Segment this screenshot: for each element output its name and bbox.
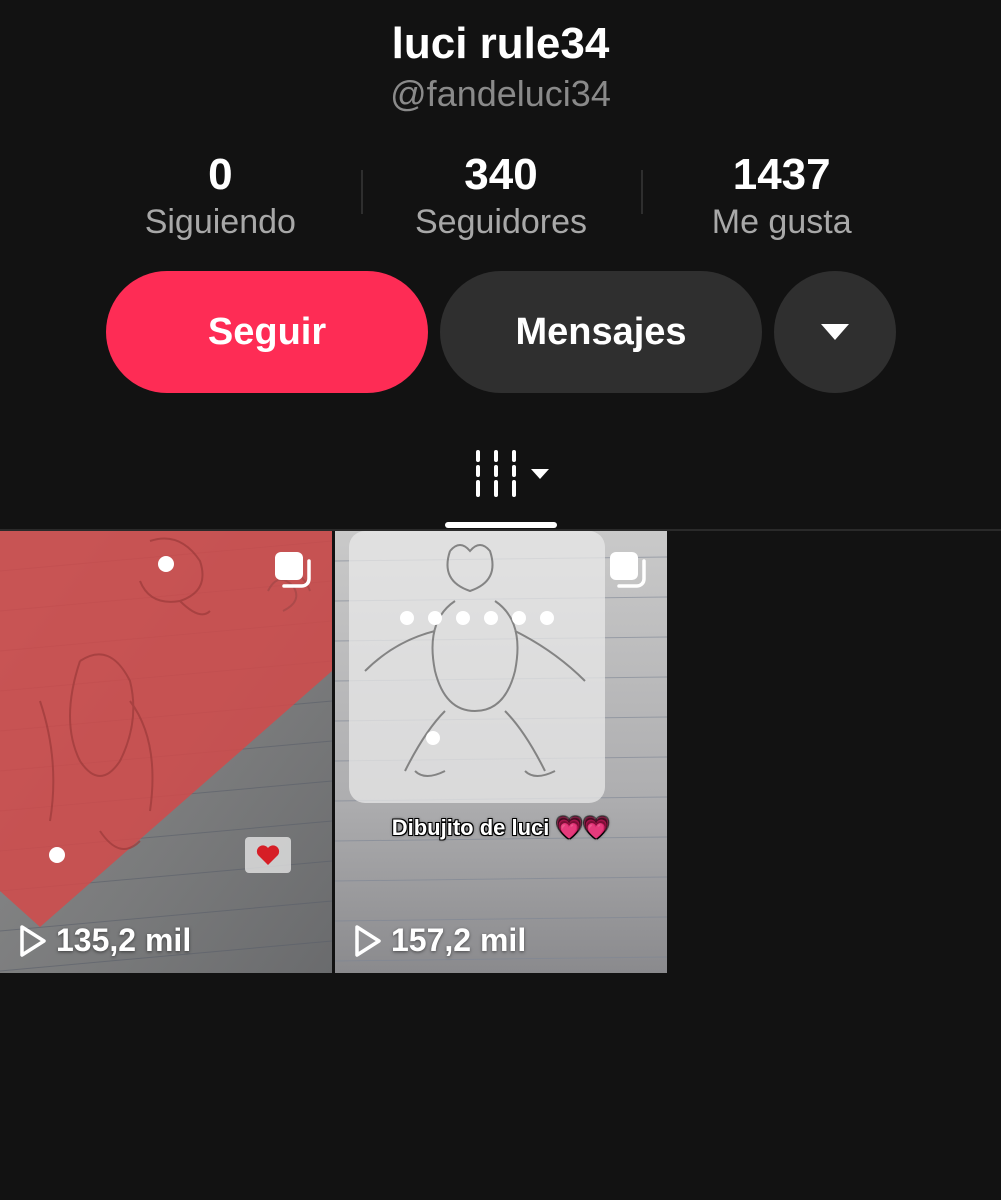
grid-icon [476,450,549,497]
view-count-text: 135,2 mil [56,922,192,958]
multi-photo-icon [610,552,646,588]
triangle-down-icon [821,324,849,340]
heart-icon [256,845,280,865]
follow-button[interactable]: Seguir [106,271,428,393]
profile-handle: @fandeluci34 [390,73,611,114]
multi-photo-icon [275,552,311,588]
video-thumbnail-image [0,531,332,973]
play-icon [355,924,381,957]
followers-count: 340 [464,150,538,199]
video-caption: Dibujito de luci 💗💗 [391,815,611,840]
following-count: 0 [208,150,233,199]
video-thumbnail-1[interactable]: 135,2 mil [0,531,332,973]
stat-following[interactable]: 0 Siguiendo [80,148,361,248]
video-thumbnail-2[interactable]: Dibujito de luci 💗💗 157,2 mil [335,531,667,973]
stat-followers[interactable]: 340 Seguidores [360,148,642,248]
video-thumbnail-image [335,531,667,973]
likes-label: Me gusta [711,203,852,241]
tab-videos-grid[interactable] [445,442,557,532]
message-button[interactable]: Mensajes [440,271,762,393]
following-label: Siguiendo [144,203,296,241]
active-tab-indicator [445,522,557,528]
profile-stats: 0 Siguiendo 340 Seguidores 1437 Me gusta [80,148,922,248]
view-count: 135,2 mil [18,922,191,959]
stat-likes[interactable]: 1437 Me gusta [641,148,922,248]
heart-sticker [245,837,291,873]
likes-count: 1437 [732,150,831,199]
profile-name: luci rule34 [391,19,610,68]
view-count-text: 157,2 mil [391,922,527,958]
view-count: 157,2 mil [353,922,526,959]
more-options-button[interactable] [774,271,896,393]
play-icon [20,924,46,957]
caret-down-icon [531,469,549,479]
followers-label: Seguidores [415,203,588,241]
